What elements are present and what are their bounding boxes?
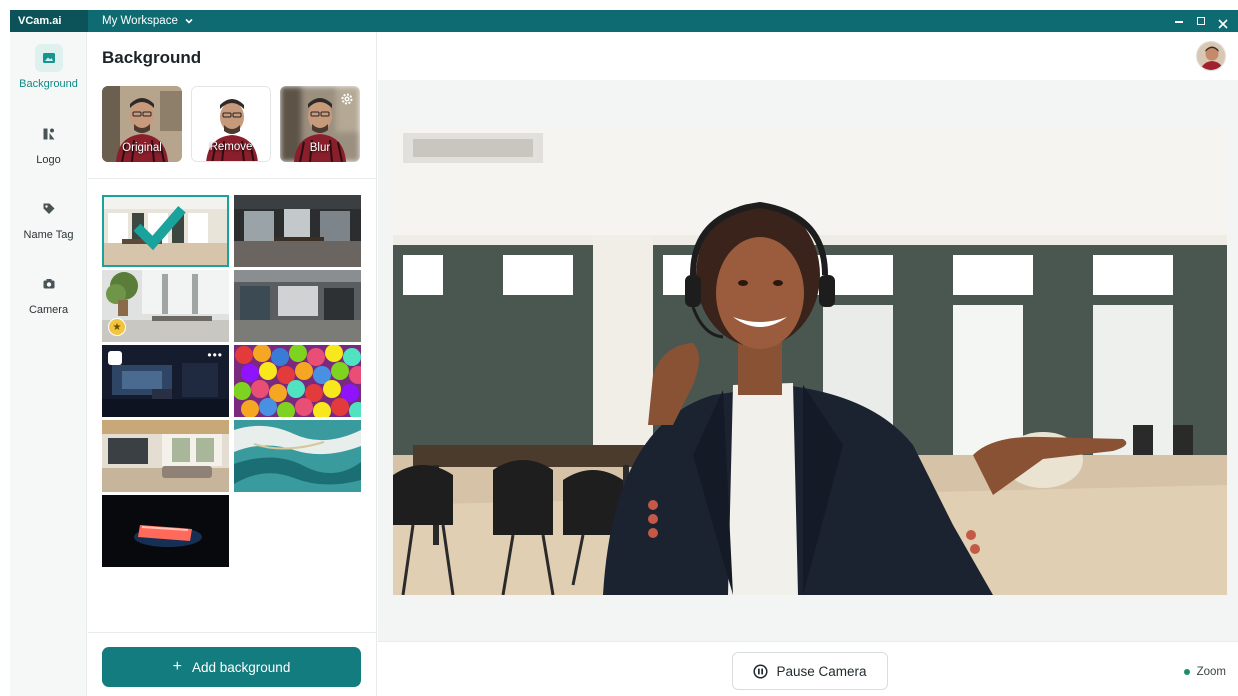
- bg-thumb-night-room[interactable]: •••: [102, 345, 229, 417]
- bg-thumb-living-room[interactable]: [102, 420, 229, 492]
- minimize-button[interactable]: [1174, 16, 1184, 26]
- star-badge-icon: ★: [108, 318, 126, 336]
- effect-label: Original: [122, 142, 162, 154]
- camera-stage: [378, 80, 1238, 641]
- nav-label: Logo: [36, 154, 61, 166]
- bg-thumb-grey-hallway[interactable]: [234, 270, 361, 342]
- bg-thumb-dark-office[interactable]: [234, 195, 361, 267]
- gear-icon[interactable]: [340, 92, 354, 106]
- close-button[interactable]: [1218, 16, 1228, 29]
- effect-remove[interactable]: Remove: [191, 86, 271, 162]
- nav-rail: Background Logo Name Tag Camera: [10, 32, 87, 696]
- nav-label: Camera: [28, 304, 69, 316]
- pause-icon: [753, 663, 769, 679]
- nav-item-logo[interactable]: Logo: [10, 120, 87, 166]
- nav-label: Background: [19, 78, 78, 90]
- panel-footer: + Add background: [88, 632, 376, 696]
- workspace-selector[interactable]: My Workspace: [88, 15, 194, 27]
- stage-bottombar: Pause Camera Zoom: [378, 641, 1238, 696]
- add-background-label: Add background: [192, 659, 291, 675]
- nav-item-background[interactable]: Background: [10, 44, 87, 90]
- zoom-status: Zoom: [1183, 666, 1226, 678]
- avatar[interactable]: [1196, 41, 1226, 71]
- effect-label: Blur: [309, 142, 331, 154]
- app-brand: VCam.ai: [10, 10, 88, 32]
- panel-title: Background: [102, 48, 202, 67]
- nav-item-camera[interactable]: Camera: [10, 270, 87, 316]
- more-options-icon[interactable]: •••: [207, 348, 223, 362]
- bg-thumb-bright-office[interactable]: [102, 195, 229, 267]
- effect-blur[interactable]: Blur: [280, 86, 360, 162]
- effect-original[interactable]: Original: [102, 86, 182, 162]
- camera-icon: [35, 270, 63, 298]
- zoom-label: Zoom: [1196, 666, 1226, 678]
- plus-icon: +: [172, 658, 182, 675]
- panel-divider: [88, 178, 376, 179]
- effect-label: Remove: [209, 141, 253, 153]
- close-icon: [1218, 19, 1228, 29]
- add-background-button[interactable]: + Add background: [102, 647, 361, 687]
- maximize-button[interactable]: [1196, 16, 1206, 26]
- nav-item-name-tag[interactable]: Name Tag: [10, 195, 87, 241]
- nav-label: Name Tag: [23, 229, 74, 241]
- camera-preview: [393, 125, 1227, 595]
- image-icon: [34, 44, 63, 72]
- bg-thumb-laptop-glow[interactable]: [102, 495, 229, 567]
- chevron-down-icon: [185, 18, 193, 24]
- bg-thumb-plant-office[interactable]: ★: [102, 270, 229, 342]
- check-icon: [133, 206, 186, 251]
- workspace-label: My Workspace: [102, 15, 178, 27]
- tag-icon: [35, 195, 63, 223]
- bg-thumb-teal-marble[interactable]: [234, 420, 361, 492]
- title-bar: VCam.ai My Workspace: [10, 10, 1238, 32]
- select-checkbox[interactable]: [108, 351, 122, 365]
- bg-thumb-colorful-balls[interactable]: [234, 345, 361, 417]
- status-dot-icon: [1183, 669, 1190, 675]
- pause-camera-label: Pause Camera: [776, 663, 867, 679]
- stage-topbar: [378, 32, 1238, 80]
- background-panel: Background Original Remove Blur ★ ••• + …: [88, 32, 377, 696]
- logo-icon: [35, 120, 63, 148]
- pause-camera-button[interactable]: Pause Camera: [732, 652, 888, 690]
